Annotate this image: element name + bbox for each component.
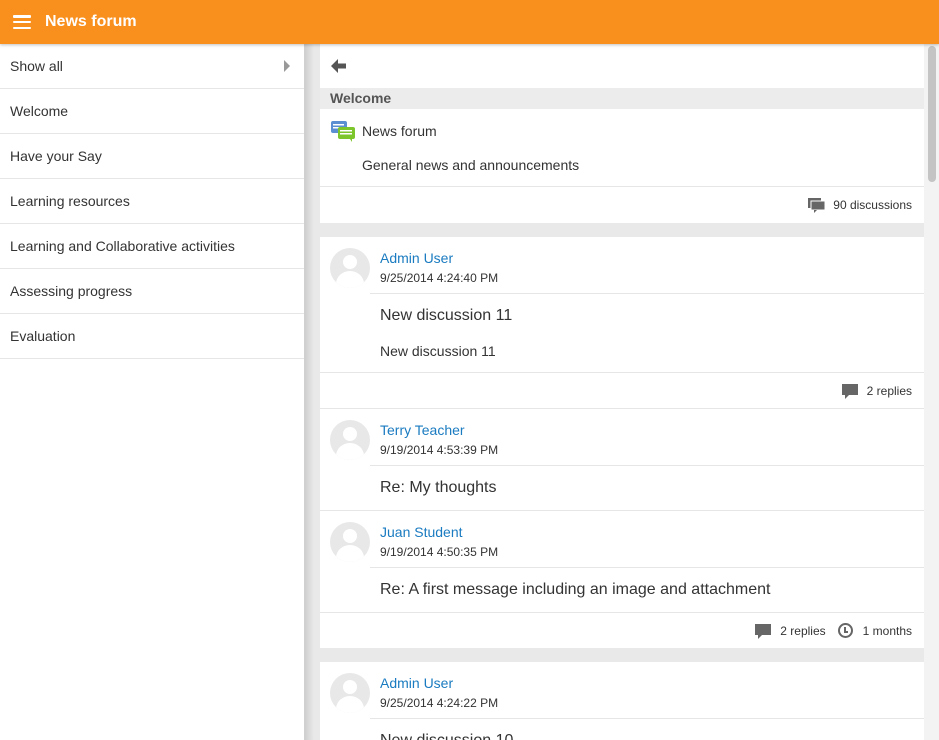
sidebar-item-learning-resources[interactable]: Learning resources: [0, 179, 304, 224]
sidebar: Show all Welcome Have your Say Learning …: [0, 44, 305, 740]
scrollbar-thumb[interactable]: [928, 46, 936, 182]
post-author[interactable]: Admin User: [380, 250, 498, 266]
sidebar-item-learning-collaborative[interactable]: Learning and Collaborative activities: [0, 224, 304, 269]
discussions-icon: [808, 198, 826, 213]
post-date: 9/19/2014 4:53:39 PM: [380, 443, 499, 457]
sidebar-item-assessing-progress[interactable]: Assessing progress: [0, 269, 304, 314]
page-title: News forum: [45, 13, 137, 30]
avatar: [330, 522, 370, 562]
post-author[interactable]: Juan Student: [380, 524, 498, 540]
forum-header: News forum: [320, 109, 924, 153]
avatar: [330, 248, 370, 288]
chevron-right-icon: [284, 60, 290, 72]
sidebar-item-show-all[interactable]: Show all: [0, 44, 304, 89]
sidebar-item-welcome[interactable]: Welcome: [0, 89, 304, 134]
pane-divider: [305, 44, 320, 740]
section-title: Welcome: [320, 88, 924, 109]
replies-count: 2 replies: [841, 383, 912, 399]
post-date: 9/19/2014 4:50:35 PM: [380, 545, 499, 559]
post-subject: New discussion 11: [380, 307, 513, 324]
discussion-age: 1 months: [837, 623, 912, 638]
discussion-card[interactable]: Admin User 9/25/2014 4:24:40 PM New disc…: [320, 237, 924, 408]
sidebar-item-label: Learning resources: [10, 193, 130, 209]
menu-button[interactable]: [0, 0, 44, 44]
post-date: 9/25/2014 4:24:40 PM: [380, 271, 499, 285]
clock-icon: [837, 623, 853, 638]
forum-icon: [330, 119, 355, 143]
discussion-card[interactable]: Admin User 9/25/2014 4:24:22 PM New disc…: [320, 662, 924, 740]
post-subject: Re: My thoughts: [380, 479, 497, 496]
sidebar-item-label: Have your Say: [10, 148, 102, 164]
discussion-card[interactable]: Terry Teacher 9/19/2014 4:53:39 PM Re: M…: [320, 408, 924, 648]
main-content: Welcome News forum General news and anno…: [320, 44, 924, 740]
replies-count: 2 replies: [755, 623, 826, 639]
post-date: 9/25/2014 4:24:22 PM: [380, 696, 499, 710]
sidebar-item-label: Evaluation: [10, 328, 76, 344]
comment-icon: [841, 383, 859, 399]
sidebar-item-label: Learning and Collaborative activities: [10, 238, 235, 254]
post-subject: New discussion 10: [370, 719, 924, 740]
hamburger-icon: [13, 15, 31, 29]
post-message: New discussion 11: [380, 343, 496, 359]
post-subject: Re: A first message including an image a…: [380, 581, 771, 598]
avatar: [330, 673, 370, 713]
post-author[interactable]: Terry Teacher: [380, 422, 498, 438]
sidebar-item-have-your-say[interactable]: Have your Say: [0, 134, 304, 179]
sidebar-item-evaluation[interactable]: Evaluation: [0, 314, 304, 359]
forum-name: News forum: [362, 123, 437, 139]
post-author[interactable]: Admin User: [380, 675, 498, 691]
sidebar-item-label: Assessing progress: [10, 283, 133, 299]
back-arrow-icon[interactable]: [330, 58, 348, 74]
discussions-count: 90 discussions: [808, 198, 912, 213]
forum-card: Welcome News forum General news and anno…: [320, 44, 924, 223]
comment-icon: [755, 623, 772, 639]
sidebar-item-label: Show all: [10, 58, 63, 74]
avatar: [330, 420, 370, 460]
app-header: News forum: [0, 0, 939, 44]
forum-description: General news and announcements: [320, 153, 924, 187]
sidebar-item-label: Welcome: [10, 103, 69, 119]
